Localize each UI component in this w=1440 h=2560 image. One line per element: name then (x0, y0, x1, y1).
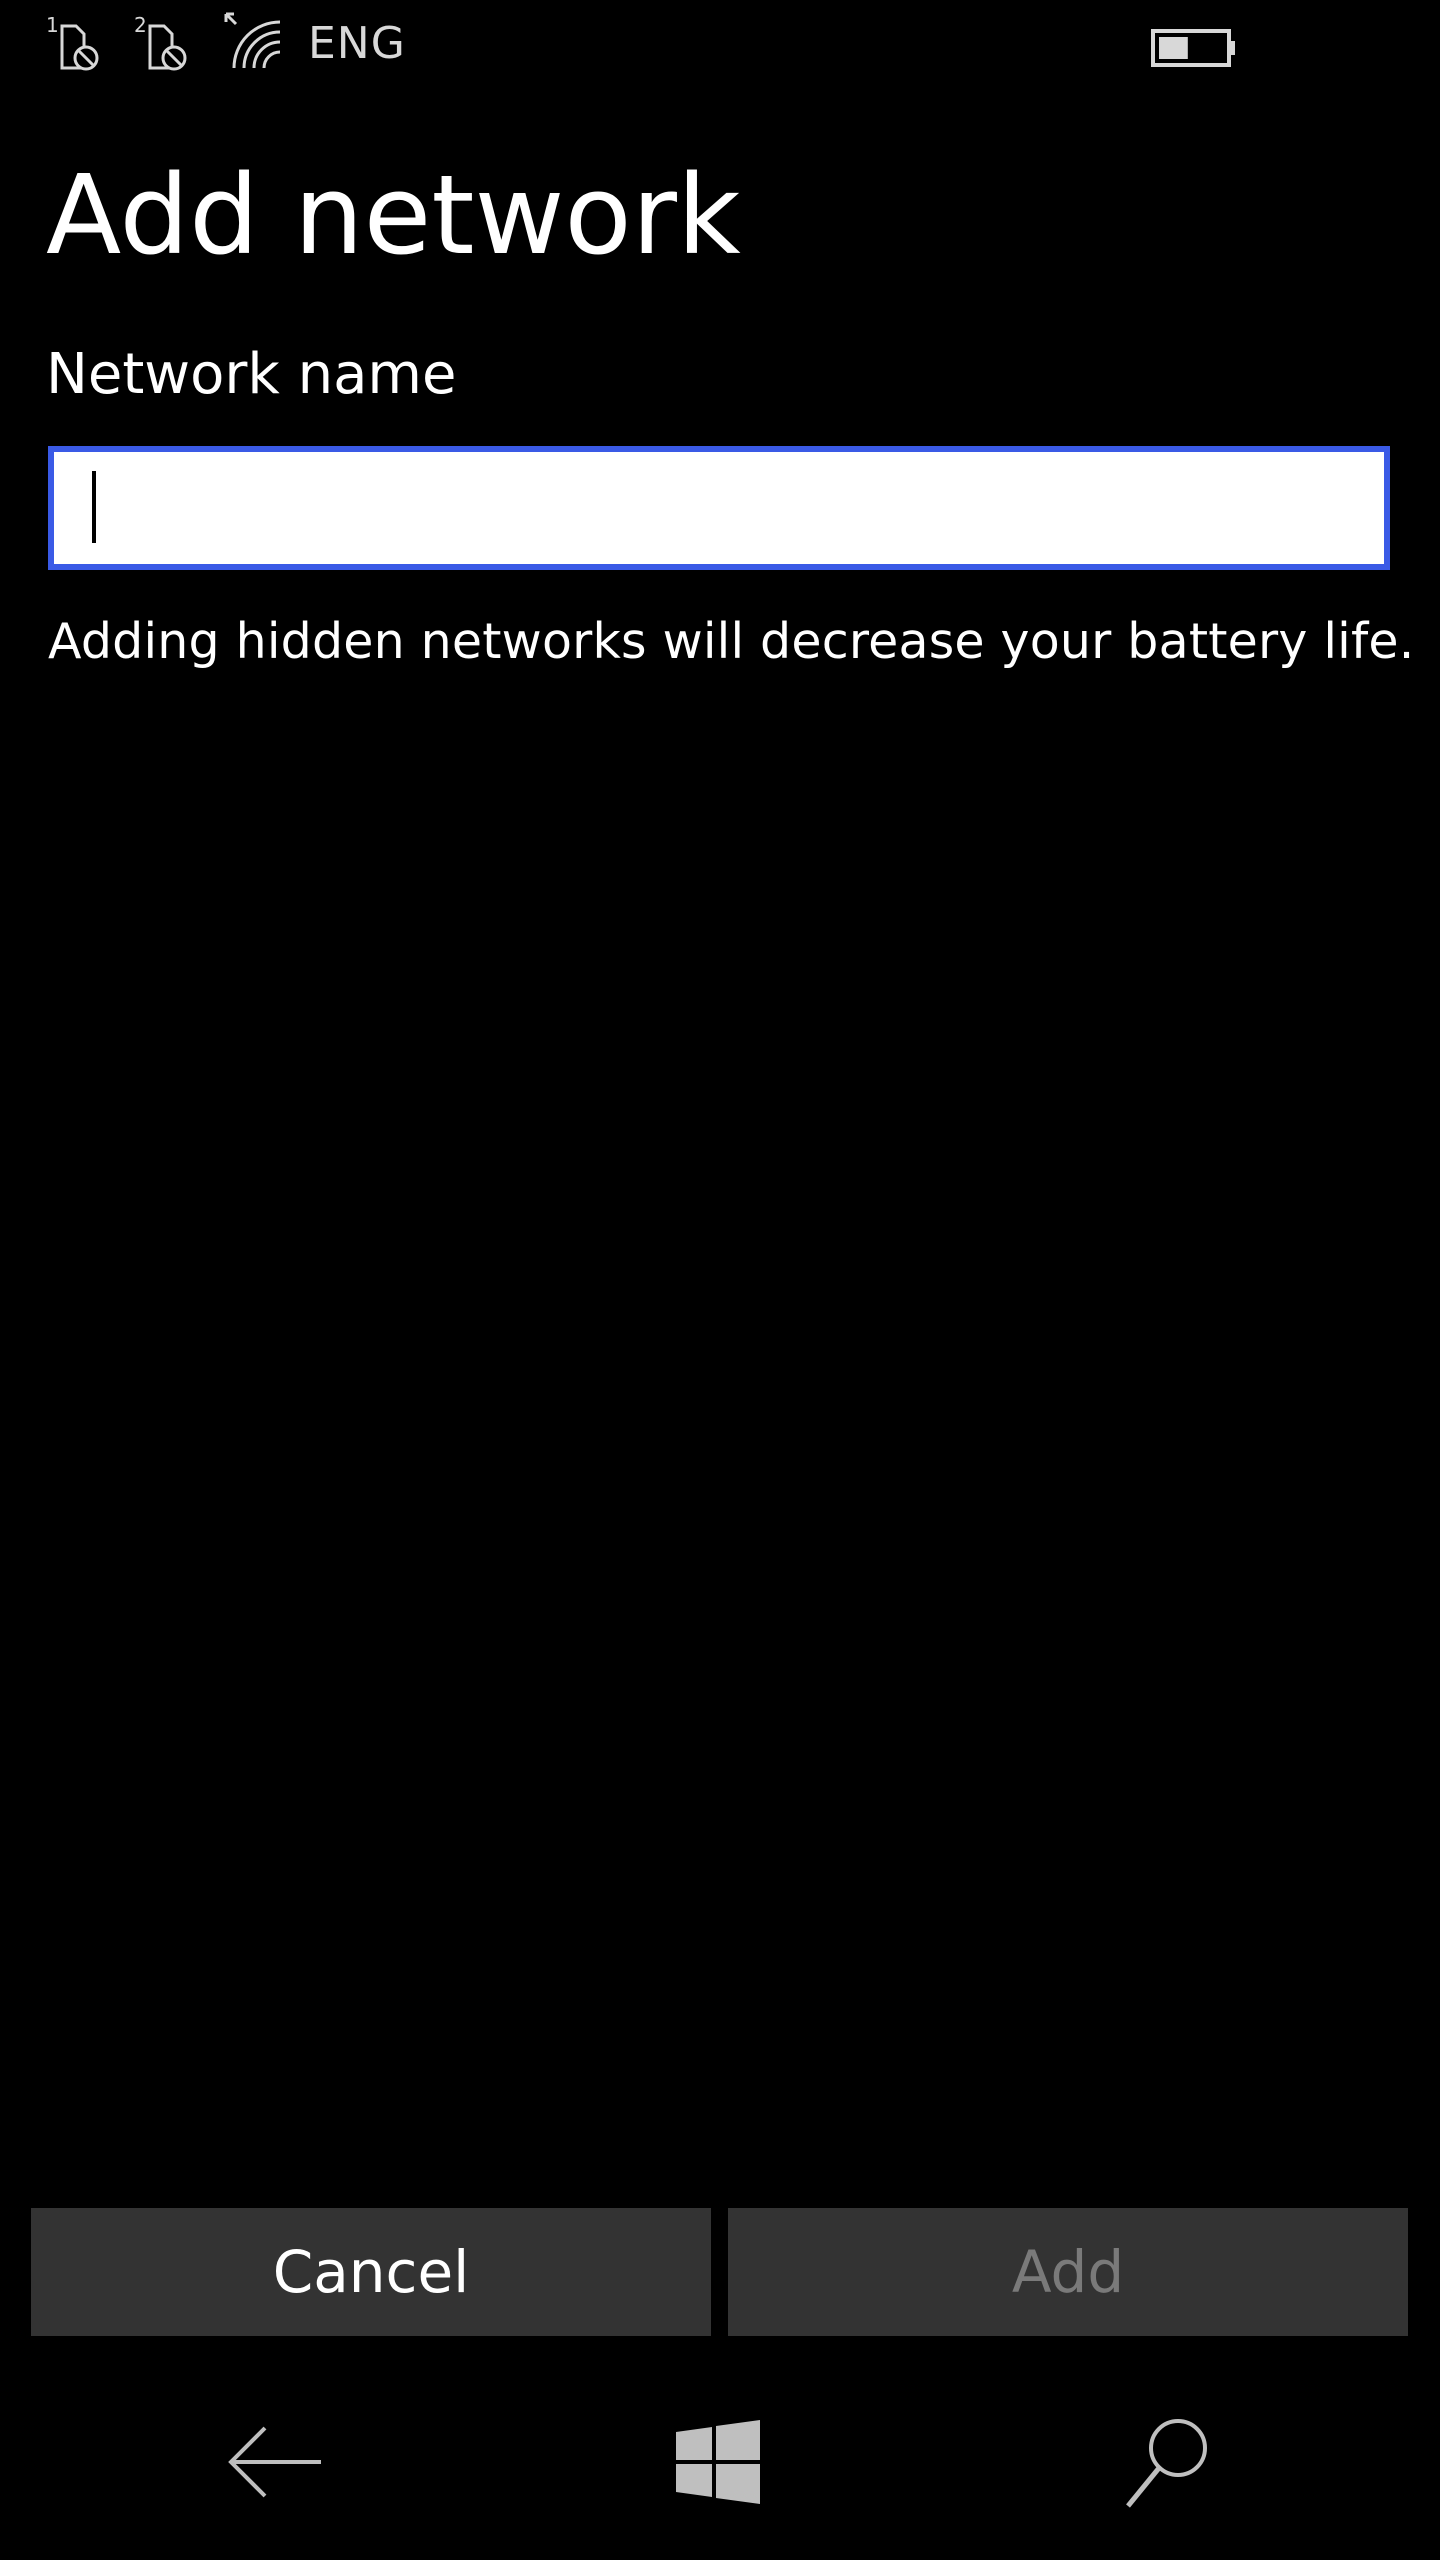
page-title: Add network (46, 151, 741, 279)
windows-start-icon[interactable] (676, 2420, 760, 2504)
network-name-input[interactable] (48, 446, 1390, 570)
sim-2-no-signal-icon: 2 (134, 13, 187, 71)
cancel-button[interactable]: Cancel (31, 2208, 711, 2336)
wifi-icon (224, 12, 281, 69)
text-caret (92, 471, 96, 543)
sim-2-number: 2 (134, 13, 147, 37)
search-icon[interactable] (1124, 2414, 1212, 2510)
sim-1-no-signal-icon: 1 (46, 13, 99, 71)
battery-icon (1151, 29, 1235, 67)
add-button[interactable]: Add (728, 2208, 1408, 2336)
battery-level-fill (1159, 37, 1188, 59)
hidden-network-warning: Adding hidden networks will decrease you… (48, 613, 1415, 670)
network-name-label: Network name (46, 342, 457, 407)
language-indicator: ENG (308, 18, 406, 69)
sim-1-number: 1 (46, 13, 59, 37)
status-bar: 1 2 ENG (0, 0, 1440, 90)
back-arrow-icon[interactable] (225, 2420, 325, 2504)
